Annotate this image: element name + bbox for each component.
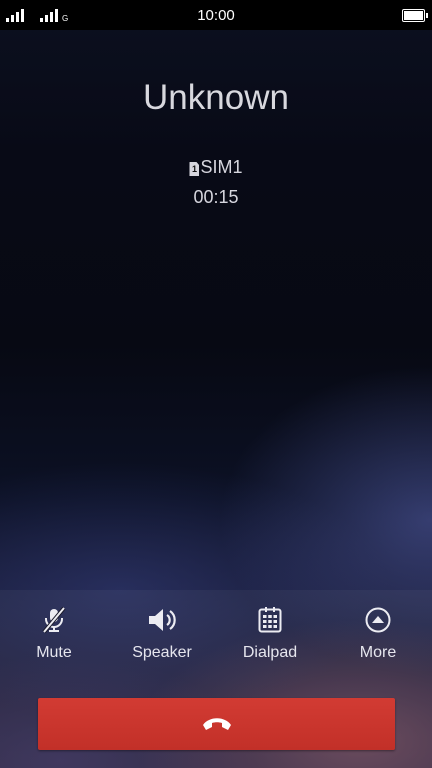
mute-button[interactable]: Mute [0, 606, 108, 662]
sim-card-icon: 1 [189, 162, 200, 176]
speaker-label: Speaker [132, 644, 192, 661]
status-bar: G 10:00 [0, 0, 432, 30]
speaker-icon [149, 609, 176, 631]
sim-label: SIM1 [200, 157, 243, 177]
dialpad-icon [258, 607, 282, 633]
battery-icon [402, 9, 428, 22]
more-icon [365, 607, 391, 633]
speaker-button[interactable]: Speaker [108, 606, 216, 662]
mute-label: Mute [36, 644, 72, 661]
dialpad-label: Dialpad [242, 644, 298, 661]
more-label: More [359, 644, 397, 661]
end-call-button[interactable] [38, 698, 395, 750]
mic-off-icon [42, 606, 66, 634]
caller-name: Unknown [143, 78, 289, 117]
more-button[interactable]: More [324, 606, 432, 662]
dialpad-button[interactable]: Dialpad [216, 606, 324, 662]
end-call-icon [203, 718, 231, 730]
status-time: 10:00 [197, 7, 235, 24]
call-duration: 00:15 [193, 187, 239, 207]
sim-indicator: 1 SIM1 [0, 157, 432, 178]
